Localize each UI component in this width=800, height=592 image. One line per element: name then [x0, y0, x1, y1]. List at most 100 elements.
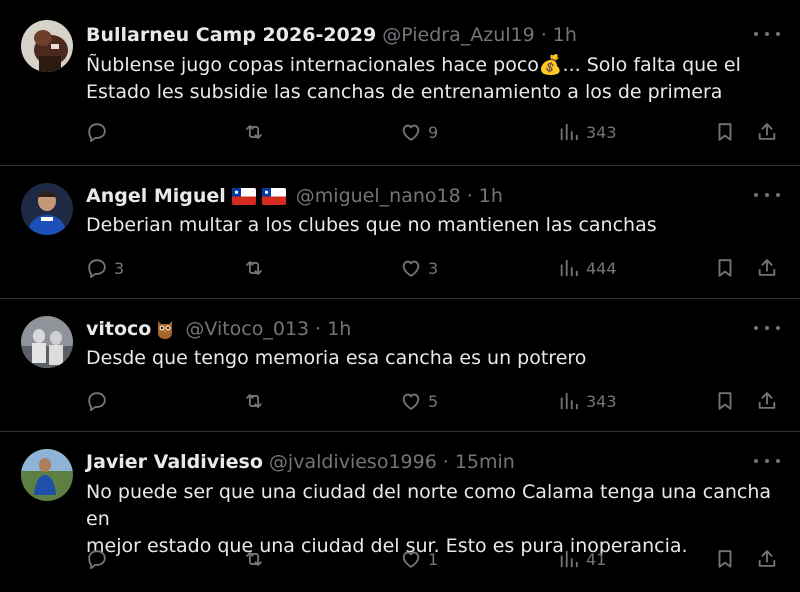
timestamp[interactable]: 1h [553, 24, 577, 46]
chile-flag-icon [231, 187, 256, 205]
like-count: 9 [428, 122, 439, 142]
retweet-button[interactable] [243, 257, 271, 279]
bookmark-button[interactable] [714, 390, 736, 412]
like-button[interactable]: 5 [400, 390, 438, 412]
timestamp[interactable]: 15min [455, 451, 515, 473]
like-icon [400, 121, 422, 143]
separator-dot: · [540, 24, 547, 46]
tweet[interactable]: Angel Miguel @miguel_nano18 · 1h Deberia… [0, 166, 800, 299]
share-button[interactable] [756, 390, 778, 412]
retweet-icon [243, 390, 265, 412]
bookmark-icon [714, 121, 736, 143]
views-count: 41 [586, 549, 607, 569]
bookmark-icon [714, 390, 736, 412]
separator-dot: · [442, 451, 449, 473]
share-icon [756, 257, 778, 279]
tweet-text: Desde que tengo memoria esa cancha es un… [86, 345, 776, 372]
retweet-icon [243, 257, 265, 279]
avatar[interactable] [21, 449, 73, 501]
like-button[interactable]: 9 [400, 121, 438, 143]
action-bar: 9 343 [86, 121, 780, 145]
user-handle[interactable]: @Vitoco_013 [185, 318, 309, 340]
user-handle[interactable]: @Piedra_Azul19 [382, 24, 535, 46]
reply-button[interactable] [86, 390, 114, 412]
tweet-text-line: Estado les subsidie las canchas de entre… [86, 81, 723, 103]
more-icon[interactable] [754, 451, 780, 471]
reply-button[interactable]: 3 [86, 257, 124, 279]
timestamp[interactable]: 1h [479, 185, 503, 207]
tweet-text: Ñublense jugo copas internacionales hace… [86, 52, 776, 106]
like-count: 1 [428, 549, 439, 569]
views-icon [558, 390, 580, 412]
display-name[interactable]: vitoco [86, 318, 151, 340]
share-button[interactable] [756, 257, 778, 279]
share-button[interactable] [756, 121, 778, 143]
chile-flag-icon [261, 187, 286, 205]
user-handle[interactable]: @miguel_nano18 [296, 185, 461, 207]
more-icon[interactable] [754, 318, 780, 338]
tweet-text-line: Ñublense jugo copas internacionales hace… [86, 54, 741, 76]
separator-dot: · [315, 318, 322, 340]
retweet-button[interactable] [243, 121, 271, 143]
bookmark-button[interactable] [714, 121, 736, 143]
reply-count: 3 [114, 258, 125, 278]
tweet[interactable]: Javier Valdivieso @jvaldivieso1996 · 15m… [0, 432, 800, 592]
action-bar: 5 343 [86, 390, 780, 414]
reply-icon [86, 257, 108, 279]
tweet-header: vitoco @Vitoco_013 · 1h [86, 318, 351, 340]
timestamp[interactable]: 1h [327, 318, 351, 340]
retweet-icon [243, 121, 265, 143]
share-icon [756, 121, 778, 143]
retweet-button[interactable] [243, 390, 271, 412]
avatar[interactable] [21, 20, 73, 72]
reply-icon [86, 390, 108, 412]
views-count: 343 [586, 122, 617, 142]
action-bar: 1 41 [86, 548, 780, 572]
share-icon [756, 548, 778, 570]
views-count: 343 [586, 391, 617, 411]
views-button[interactable]: 41 [558, 548, 606, 570]
bookmark-icon [714, 257, 736, 279]
retweet-button[interactable] [243, 548, 271, 570]
reply-button[interactable] [86, 548, 114, 570]
avatar[interactable] [21, 183, 73, 235]
like-button[interactable]: 1 [400, 548, 438, 570]
share-button[interactable] [756, 548, 778, 570]
bookmark-button[interactable] [714, 257, 736, 279]
tweet[interactable]: Bullarneu Camp 2026-2029 @Piedra_Azul19 … [0, 0, 800, 166]
reply-button[interactable] [86, 121, 114, 143]
reply-icon [86, 121, 108, 143]
more-icon[interactable] [754, 24, 780, 44]
like-count: 5 [428, 391, 439, 411]
views-button[interactable]: 343 [558, 121, 617, 143]
tweet-header: Bullarneu Camp 2026-2029 @Piedra_Azul19 … [86, 24, 577, 46]
tweet-text-line: Desde que tengo memoria esa cancha es un… [86, 347, 587, 369]
tweet-text: Deberian multar a los clubes que no mant… [86, 212, 776, 239]
views-icon [558, 257, 580, 279]
tweet-header: Javier Valdivieso @jvaldivieso1996 · 15m… [86, 451, 515, 473]
reply-feed: Bullarneu Camp 2026-2029 @Piedra_Azul19 … [0, 0, 800, 592]
owl-emoji-icon [155, 318, 175, 340]
user-handle[interactable]: @jvaldivieso1996 [269, 451, 437, 473]
tweet[interactable]: vitoco @Vitoco_013 · 1h Desde que tengo … [0, 299, 800, 432]
bookmark-icon [714, 548, 736, 570]
like-count: 3 [428, 258, 439, 278]
like-icon [400, 257, 422, 279]
views-icon [558, 548, 580, 570]
more-icon[interactable] [754, 185, 780, 205]
views-count: 444 [586, 258, 617, 278]
tweet-header: Angel Miguel @miguel_nano18 · 1h [86, 185, 503, 207]
display-name[interactable]: Angel Miguel [86, 185, 226, 207]
views-icon [558, 121, 580, 143]
display-name[interactable]: Bullarneu Camp 2026-2029 [86, 24, 376, 46]
views-button[interactable]: 444 [558, 257, 617, 279]
like-icon [400, 548, 422, 570]
separator-dot: · [466, 185, 473, 207]
bookmark-button[interactable] [714, 548, 736, 570]
display-name[interactable]: Javier Valdivieso [86, 451, 263, 473]
views-button[interactable]: 343 [558, 390, 617, 412]
avatar[interactable] [21, 316, 73, 368]
retweet-icon [243, 548, 265, 570]
like-button[interactable]: 3 [400, 257, 438, 279]
like-icon [400, 390, 422, 412]
